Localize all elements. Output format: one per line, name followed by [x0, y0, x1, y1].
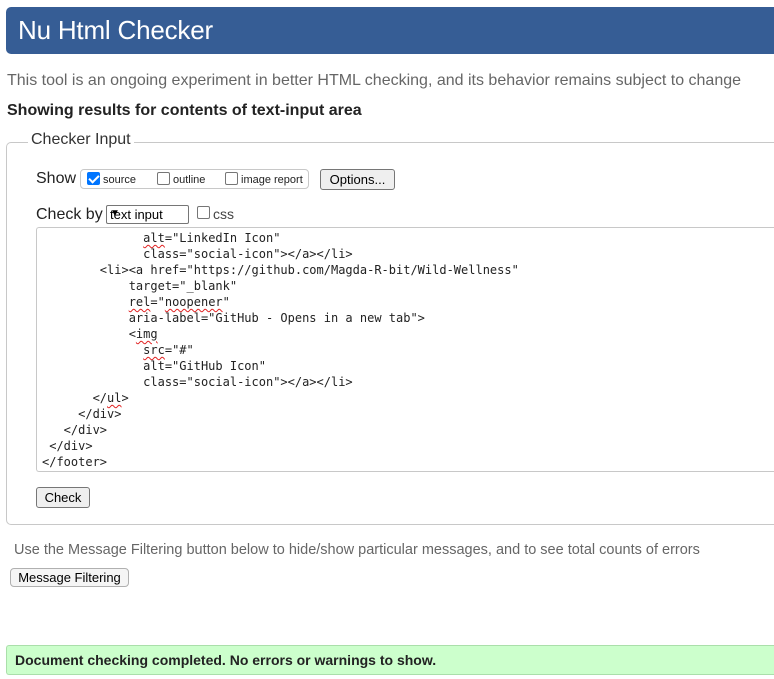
success-message: Document checking completed. No errors o… — [15, 652, 437, 668]
code-line: <img — [42, 327, 158, 341]
code-line: alt="GitHub Icon" — [42, 359, 266, 373]
check-by-select[interactable]: text input ▼ — [106, 205, 189, 224]
checker-input-legend: Checker Input — [28, 131, 134, 149]
css-checkbox-label[interactable]: css — [213, 206, 234, 222]
outline-checkbox-label[interactable]: outline — [173, 174, 205, 186]
code-line: alt="LinkedIn Icon" — [143, 231, 281, 245]
chevron-down-icon: ▼ — [110, 208, 120, 219]
check-by-label: Check by — [36, 206, 103, 223]
code-line: </div> — [42, 423, 108, 437]
code-line: aria-label="GitHub - Opens in a new tab"… — [42, 311, 425, 325]
image-report-checkbox[interactable] — [225, 172, 238, 185]
show-options-group: source outline image report — [80, 169, 309, 189]
code-line: src="#" — [143, 343, 194, 357]
results-title: Showing results for contents of text-inp… — [7, 102, 362, 119]
outline-checkbox[interactable] — [157, 172, 170, 185]
code-line: </div> — [42, 407, 122, 421]
success-message-box: Document checking completed. No errors o… — [6, 645, 774, 675]
code-line: rel="noopener" — [128, 295, 230, 309]
code-line: </ul> — [42, 391, 129, 405]
css-checkbox[interactable] — [197, 206, 210, 219]
source-textarea[interactable]: alt="LinkedIn Icon" class="social-icon">… — [36, 227, 774, 472]
page: Nu Html Checker This tool is an ongoing … — [0, 0, 774, 679]
source-checkbox[interactable] — [87, 172, 100, 185]
code-line: class="social-icon"></a></li> — [42, 375, 353, 389]
header-bar: Nu Html Checker — [6, 7, 774, 54]
image-report-checkbox-label[interactable]: image report — [241, 174, 303, 186]
page-title: Nu Html Checker — [18, 15, 213, 45]
code-line: target="_blank" — [42, 279, 238, 293]
source-checkbox-label[interactable]: source — [103, 174, 136, 186]
code-line: </footer> — [42, 455, 108, 469]
code-line: <li><a href="https://github.com/Magda-R-… — [42, 263, 519, 277]
options-button[interactable]: Options... — [320, 169, 395, 190]
code-line: </div> — [42, 439, 93, 453]
show-label: Show — [36, 170, 77, 187]
message-filtering-button[interactable]: Message Filtering — [10, 568, 129, 587]
code-line: class="social-icon"></a></li> — [42, 247, 353, 261]
message-filtering-hint: Use the Message Filtering button below t… — [14, 542, 700, 558]
check-button[interactable]: Check — [36, 487, 90, 508]
tagline: This tool is an ongoing experiment in be… — [7, 72, 742, 89]
